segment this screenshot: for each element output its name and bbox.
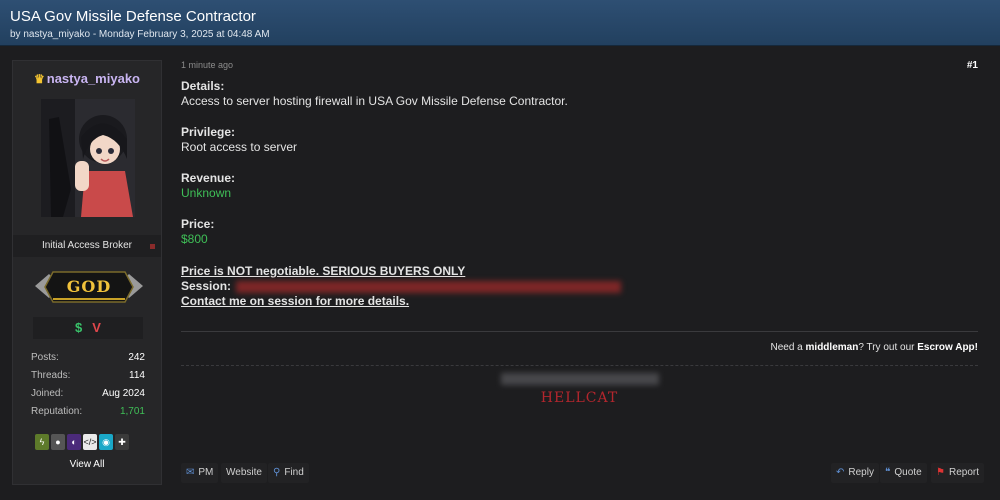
price-notice: Price is NOT negotiable. SERIOUS BUYERS … — [181, 264, 466, 278]
v-badge-icon: V — [92, 320, 101, 335]
view-all-link[interactable]: View All — [13, 459, 161, 470]
price-label: Price: — [181, 217, 215, 231]
author-username-link[interactable]: ♛ nastya_miyako — [13, 71, 161, 86]
post-time: 1 minute ago — [181, 60, 234, 70]
badges-row: $ V — [33, 317, 143, 339]
pm-label: PM — [198, 467, 214, 478]
notice-line: Price is NOT negotiable. SERIOUS BUYERS … — [181, 264, 465, 279]
stat-label: Joined: — [31, 388, 64, 399]
stat-joined: Joined: Aug 2024 — [31, 385, 145, 403]
stat-value: 242 — [128, 352, 145, 363]
author-username: nastya_miyako — [46, 71, 140, 86]
escrow-text: ? Try out our — [858, 342, 918, 353]
stat-value: 1,701 — [119, 406, 145, 417]
pm-button[interactable]: ✉ PM — [181, 463, 219, 483]
avatar[interactable] — [41, 99, 135, 217]
avatar-image — [41, 99, 135, 217]
revenue-section: Revenue: Unknown — [181, 171, 235, 201]
signature-divider — [181, 365, 978, 366]
thread-meta: by nastya_miyako - Monday February 3, 20… — [10, 29, 270, 40]
author-postbit: ♛ nastya_miyako Initial Access Broker GOD — [12, 60, 162, 485]
privilege-label: Privilege: — [181, 125, 236, 139]
report-label: Report — [948, 467, 979, 478]
website-label: Website — [226, 467, 262, 478]
stat-label: Threads: — [31, 370, 71, 381]
status-dot — [150, 244, 155, 249]
stat-value: Aug 2024 — [102, 388, 145, 399]
contact-line: Contact me on session for more details. — [181, 294, 409, 309]
post-body: 1 minute ago #1 Details: Access to serve… — [181, 60, 978, 485]
redacted-signature-link[interactable] — [501, 373, 659, 385]
details-section: Details: Access to server hosting firewa… — [181, 79, 568, 109]
award-icon[interactable]: ◉ — [99, 434, 113, 450]
award-icon[interactable]: ◐ — [67, 434, 81, 450]
thread-header: USA Gov Missile Defense Contractor by na… — [0, 0, 1000, 46]
details-value: Access to server hosting firewall in USA… — [181, 94, 568, 108]
thread-title: USA Gov Missile Defense Contractor — [10, 8, 256, 25]
award-icon[interactable]: ● — [51, 434, 65, 450]
mail-icon: ✉ — [186, 467, 195, 478]
middleman-link[interactable]: middleman — [806, 342, 859, 353]
contact-text: Contact me on session for more details. — [181, 294, 410, 308]
details-label: Details: — [181, 79, 225, 93]
quote-label: Quote — [894, 467, 922, 478]
crown-icon: ♛ — [34, 72, 45, 86]
quote-icon: ❝ — [885, 467, 891, 478]
session-line: Session: — [181, 279, 681, 294]
revenue-label: Revenue: — [181, 171, 236, 185]
revenue-value: Unknown — [181, 186, 232, 200]
stat-reputation: Reputation: 1,701 — [31, 403, 145, 421]
stat-value: 114 — [129, 370, 145, 381]
escrow-app-link[interactable]: Escrow App! — [917, 342, 978, 353]
find-button[interactable]: ⚲ Find — [268, 463, 309, 483]
price-section: Price: $800 — [181, 217, 214, 247]
stat-threads: Threads: 114 — [31, 367, 145, 385]
signature-text: HELLCAT — [540, 390, 619, 406]
user-title: Initial Access Broker — [41, 240, 133, 251]
rank-label: GOD — [66, 277, 112, 296]
quote-button[interactable]: ❝ Quote — [880, 463, 927, 483]
reply-button[interactable]: ↶ Reply — [831, 463, 879, 483]
post-divider — [181, 331, 978, 332]
escrow-promo: Need a middleman? Try out our Escrow App… — [771, 342, 979, 353]
reply-icon: ↶ — [836, 467, 845, 478]
price-value: $800 — [181, 232, 208, 246]
redacted-session-id — [236, 281, 621, 293]
privilege-value: Root access to server — [181, 140, 298, 154]
award-icons: ϟ ● ◐ </> ◉ ✚ — [35, 434, 151, 454]
stat-posts: Posts: 242 — [31, 349, 145, 367]
stat-label: Reputation: — [31, 406, 83, 417]
dollar-badge-icon: $ — [75, 320, 83, 335]
report-button[interactable]: ⚑ Report — [931, 463, 984, 483]
escrow-text: Need a — [770, 342, 806, 353]
website-button[interactable]: Website — [221, 463, 267, 483]
rank-banner: GOD — [35, 266, 143, 308]
author-stats: Posts: 242 Threads: 114 Joined: Aug 2024… — [31, 349, 145, 421]
post-action-bar: ✉ PM Website ⚲ Find ↶ Reply ❝ Quote ⚑ Report — [181, 463, 984, 483]
privilege-section: Privilege: Root access to server — [181, 125, 297, 155]
stat-label: Posts: — [31, 352, 59, 363]
find-label: Find — [284, 467, 304, 478]
flag-icon: ⚑ — [936, 467, 945, 478]
gamepad-award-icon[interactable]: ✚ — [115, 434, 129, 450]
user-title-row: Initial Access Broker — [13, 235, 161, 257]
award-icon[interactable]: ϟ — [35, 434, 49, 450]
search-icon: ⚲ — [273, 467, 281, 478]
code-award-icon[interactable]: </> — [83, 434, 97, 450]
post-number-link[interactable]: #1 — [967, 60, 978, 71]
reply-label: Reply — [848, 467, 874, 478]
